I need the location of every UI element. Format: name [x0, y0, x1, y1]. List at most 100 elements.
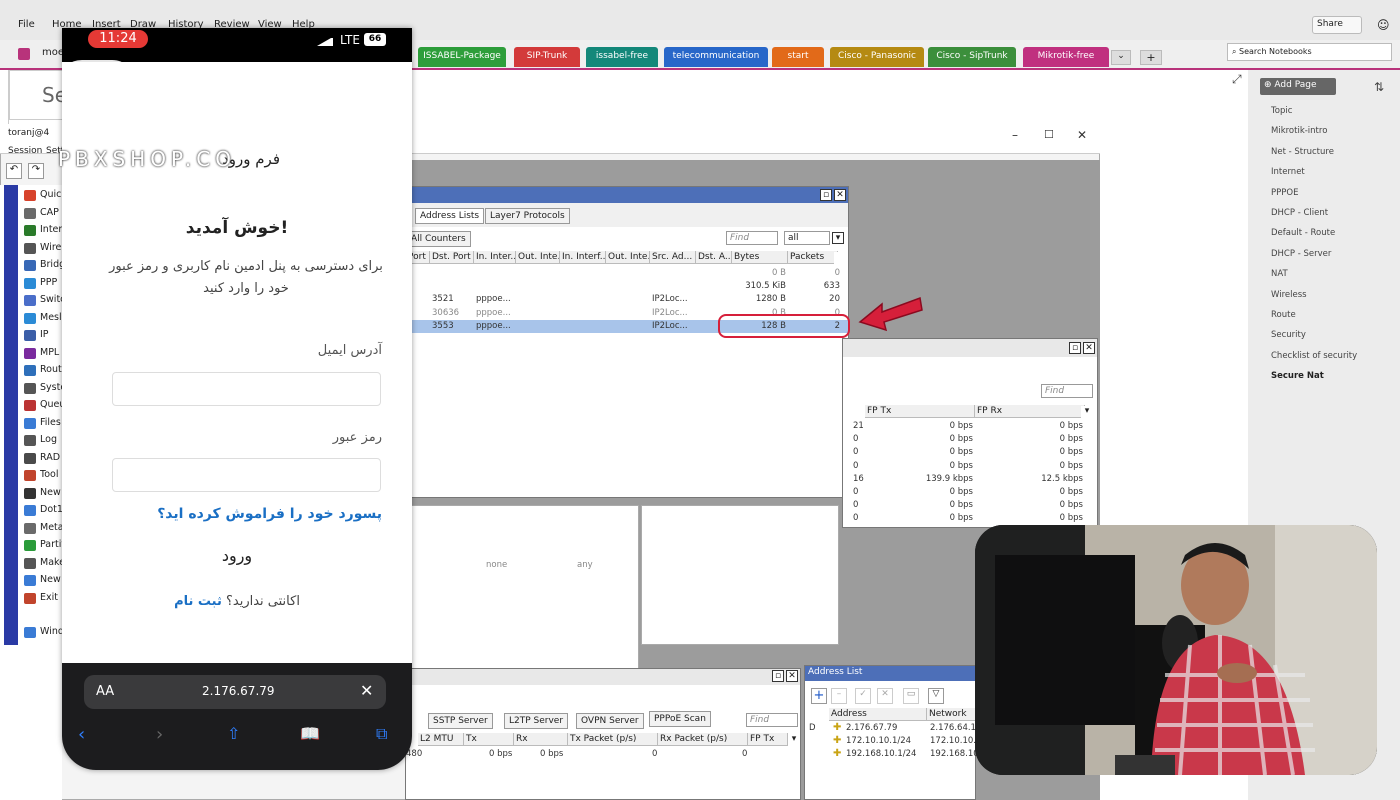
sidemenu-item[interactable]: Tool — [40, 469, 58, 480]
sidemenu-item[interactable]: Log — [40, 434, 57, 445]
table-row[interactable]: ✚ 172.10.10.1/24 172.10.10.0 — [805, 735, 981, 749]
col-fp-rx[interactable]: FP Rx — [975, 405, 1085, 418]
sidemenu-item[interactable]: Files — [40, 417, 61, 428]
login-button[interactable]: ورود — [62, 546, 412, 565]
sidemenu-item[interactable]: Mesl — [40, 312, 62, 323]
ppp-row-tx[interactable]: 0 bps — [489, 749, 512, 759]
table-row[interactable]: 0 0 bps 0 bps — [843, 487, 1097, 500]
table-row[interactable]: 0 0 bps 0 bps — [843, 434, 1097, 447]
sidemenu-item[interactable]: Quic — [40, 189, 61, 200]
close-icon[interactable]: ✕ — [360, 681, 373, 700]
add-icon[interactable]: + — [811, 688, 827, 704]
ppp-row-txp[interactable]: 0 — [652, 749, 657, 759]
table-row[interactable]: 21 0 bps 0 bps — [843, 421, 1097, 434]
col-fp-tx[interactable]: FP Tx — [865, 405, 975, 418]
page-list-item[interactable]: NAT — [1271, 269, 1288, 279]
column-header[interactable]: In. Inter... — [474, 251, 516, 264]
col-address[interactable]: Address — [829, 708, 927, 721]
close-icon[interactable]: ✕ — [1077, 128, 1087, 142]
sidemenu-item[interactable]: CAP — [40, 207, 59, 218]
col-tx[interactable]: Tx — [464, 733, 514, 746]
table-row[interactable]: 0 0 bps 0 bps — [843, 461, 1097, 474]
share-button[interactable]: Share — [1312, 16, 1362, 34]
sidemenu-item[interactable]: PPP — [40, 277, 57, 288]
section-tab[interactable]: SIP-Trunk — [514, 47, 580, 67]
page-list-item[interactable]: Mikrotik-intro — [1271, 126, 1327, 136]
minimize-icon[interactable]: – — [1012, 128, 1018, 142]
tab-layer7-protocols[interactable]: Layer7 Protocols — [485, 208, 570, 224]
page-list-item[interactable]: Secure Nat — [1271, 371, 1324, 381]
sidemenu-item[interactable]: IP — [40, 329, 49, 340]
table-row[interactable]: 16 139.9 kbps 12.5 kbps — [843, 474, 1097, 487]
interfaces-find-input[interactable]: Find — [1041, 384, 1093, 398]
ppp-row-rxp[interactable]: 0 — [742, 749, 747, 759]
reset-all-counters-button[interactable]: All Counters — [406, 231, 471, 247]
page-list-item[interactable]: PPPOE — [1271, 188, 1298, 198]
ppp-maximize-icon[interactable]: ▫ — [772, 670, 784, 682]
maximize-icon[interactable]: ☐ — [1044, 128, 1054, 141]
table-row[interactable]: ✚ 192.168.10.1/24 192.168.10.0 — [805, 748, 987, 762]
column-header[interactable]: Dst. A... — [696, 251, 732, 264]
url-text[interactable]: 2.176.67.79 — [202, 684, 275, 698]
forward-icon[interactable]: › — [156, 724, 163, 745]
column-header[interactable]: In. Interf... — [560, 251, 606, 264]
page-list-item[interactable]: DHCP - Client — [1271, 208, 1328, 218]
disable-icon[interactable]: ✕ — [877, 688, 893, 704]
back-icon[interactable]: ‹ — [78, 724, 85, 745]
table-row[interactable]: 0 B 0 — [406, 267, 848, 280]
ppp-close-icon[interactable]: ✕ — [786, 670, 798, 682]
ppp-find-input[interactable]: Find — [746, 713, 798, 727]
col-tx-packet[interactable]: Tx Packet (p/s) — [568, 733, 658, 746]
columns-dropdown-icon[interactable] — [834, 252, 846, 264]
section-tab[interactable]: Cisco - SipTrunk — [928, 47, 1016, 67]
sidemenu-item[interactable]: New — [40, 574, 61, 585]
col-network[interactable]: Network — [927, 708, 977, 721]
sort-icon[interactable]: ⇅ — [1374, 80, 1384, 94]
more-sections-chevron-icon[interactable]: ⌄ — [1111, 50, 1131, 65]
filter-dropdown-icon[interactable]: ▾ — [832, 232, 844, 244]
column-header[interactable]: Out. Inte... — [606, 251, 650, 264]
sidemenu-item[interactable]: Meta — [40, 522, 64, 533]
page-list-item[interactable]: Checklist of security — [1271, 351, 1357, 361]
sidemenu-item[interactable]: Rout — [40, 364, 62, 375]
col-fp-tx[interactable]: FP Tx — [748, 733, 788, 746]
sidemenu-item[interactable]: Exit — [40, 592, 58, 603]
redo-icon[interactable]: ↷ — [28, 163, 44, 179]
ppp-columns-dropdown-icon[interactable]: ▾ — [788, 734, 800, 746]
enable-icon[interactable]: ✓ — [855, 688, 871, 704]
firewall-maximize-icon[interactable]: ▫ — [820, 189, 832, 201]
firewall-close-icon[interactable]: ✕ — [834, 189, 846, 201]
sstp-server-button[interactable]: SSTP Server — [428, 713, 493, 729]
section-tab[interactable]: telecommunication — [664, 47, 768, 67]
col-l2-mtu[interactable]: L2 MTU — [418, 733, 464, 746]
page-list-item[interactable]: Topic — [1271, 106, 1292, 116]
comment-icon[interactable]: ▭ — [903, 688, 919, 704]
bookmarks-icon[interactable]: 📖 — [300, 724, 320, 743]
safari-url-bar[interactable]: AA 2.176.67.79 ✕ — [84, 675, 386, 709]
table-row[interactable]: 3521 pppoe... IP2Loc... 1280 B 20 — [406, 293, 848, 306]
ovpn-server-button[interactable]: OVPN Server — [576, 713, 644, 729]
undo-icon[interactable]: ↶ — [6, 163, 22, 179]
pppoe-scan-button[interactable]: PPPoE Scan — [649, 711, 711, 727]
email-input[interactable] — [112, 372, 381, 406]
section-tab[interactable]: ISSABEL-Package — [418, 47, 506, 67]
column-header[interactable]: Out. Inte... — [516, 251, 560, 264]
menu-file[interactable]: File — [18, 19, 35, 30]
password-input[interactable] — [112, 458, 381, 492]
section-tab[interactable]: start — [772, 47, 824, 67]
columns-dropdown-icon[interactable]: ▾ — [1081, 406, 1093, 418]
interfaces-maximize-icon[interactable]: ▫ — [1069, 342, 1081, 354]
sidemenu-item[interactable]: New — [40, 487, 61, 498]
section-tab[interactable]: Mikrotik-free — [1023, 47, 1109, 67]
sidemenu-item[interactable]: Wire — [40, 242, 61, 253]
page-list-item[interactable]: Security — [1271, 330, 1306, 340]
expand-icon[interactable]: ⤢ — [1232, 72, 1242, 87]
filter-icon[interactable]: ▽ — [928, 688, 944, 704]
table-row[interactable]: 0 0 bps 0 bps — [843, 447, 1097, 460]
page-list-item[interactable]: Wireless — [1271, 290, 1307, 300]
sidemenu-item[interactable]: RAD — [40, 452, 60, 463]
column-header[interactable]: Bytes — [732, 251, 788, 264]
page-list-item[interactable]: Route — [1271, 310, 1296, 320]
search-notebooks-input[interactable]: ⌕ Search Notebooks — [1227, 43, 1392, 61]
add-section-button[interactable]: + — [1140, 50, 1162, 65]
